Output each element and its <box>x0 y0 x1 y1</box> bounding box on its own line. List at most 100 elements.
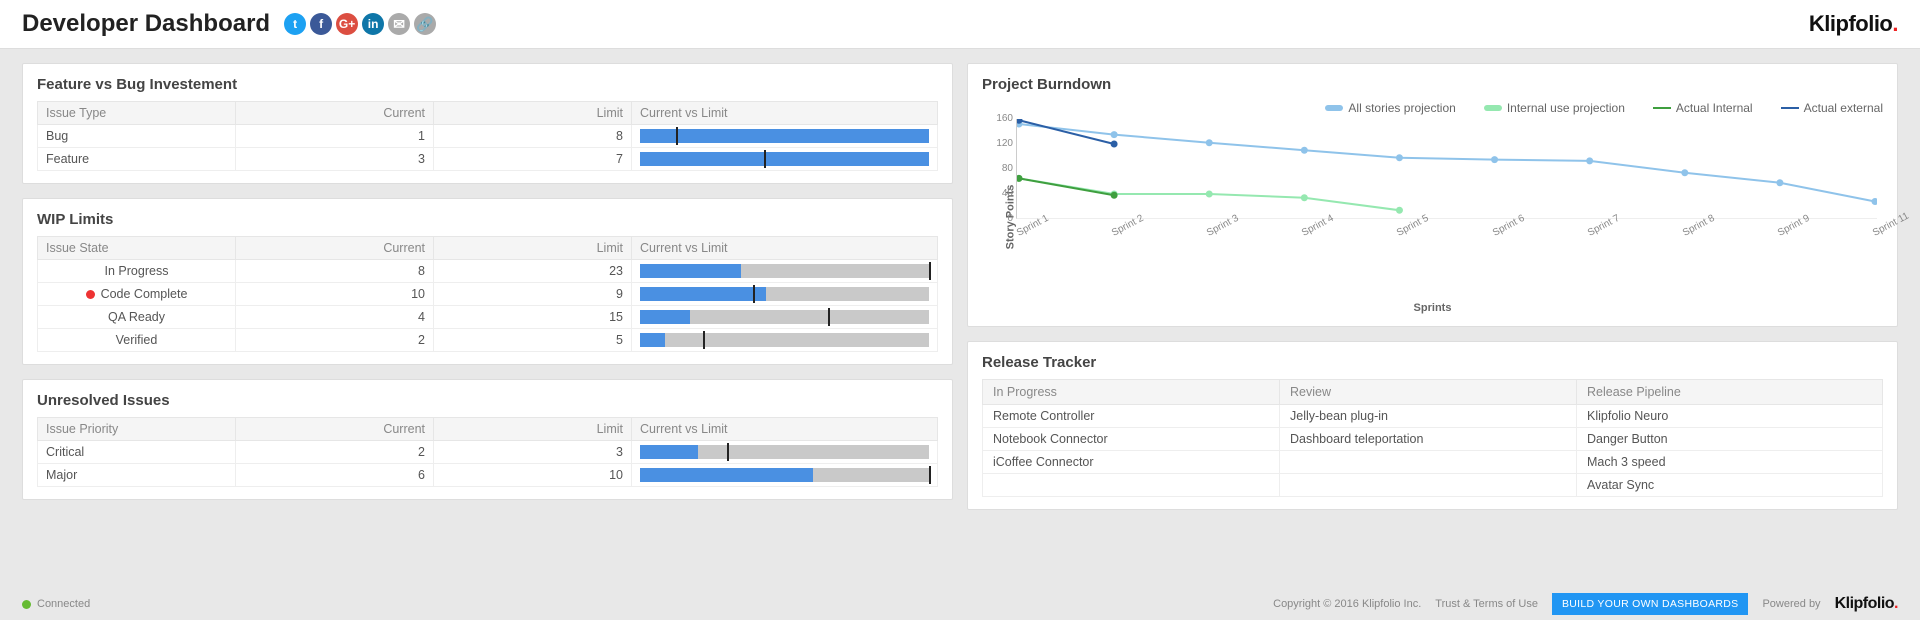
card-title: Unresolved Issues <box>37 392 938 409</box>
table-row: Verified 2 5 <box>38 329 938 352</box>
release-table: In Progress Review Release Pipeline Remo… <box>982 379 1883 497</box>
legend-actext: Actual external <box>1804 101 1883 115</box>
current-value: 6 <box>236 464 434 487</box>
current-value: 1 <box>236 125 434 148</box>
connected-icon <box>22 600 31 609</box>
card-title: Feature vs Bug Investement <box>37 76 938 93</box>
powered-by-label: Powered by <box>1762 598 1820 610</box>
issue-type: Feature <box>38 148 236 171</box>
legend-all: All stories projection <box>1348 101 1455 115</box>
limit-value: 8 <box>434 125 632 148</box>
connected-label: Connected <box>37 598 90 610</box>
bullet-bar <box>640 310 929 324</box>
issue-priority: Critical <box>38 441 236 464</box>
trust-link[interactable]: Trust & Terms of Use <box>1435 598 1538 610</box>
release-item: Dashboard teleportation <box>1280 428 1577 451</box>
unresolved-card: Unresolved Issues Issue Priority Current… <box>22 379 953 500</box>
col-current: Current <box>236 418 434 441</box>
release-item <box>1280 451 1577 474</box>
col-current: Current <box>236 237 434 260</box>
bullet-bar <box>640 468 929 482</box>
unresolved-table: Issue Priority Current Limit Current vs … <box>37 417 938 487</box>
bullet-bar <box>640 152 929 166</box>
table-row: Avatar Sync <box>983 474 1883 497</box>
bullet-bar <box>640 333 929 347</box>
release-item: Danger Button <box>1577 428 1883 451</box>
limit-value: 9 <box>434 283 632 306</box>
footer: Connected Copyright © 2016 Klipfolio Inc… <box>0 588 1920 620</box>
bullet-bar <box>640 287 929 301</box>
col-cvl: Current vs Limit <box>632 237 938 260</box>
twitter-icon[interactable]: t <box>284 13 306 35</box>
current-value: 8 <box>236 260 434 283</box>
googleplus-icon[interactable]: G+ <box>336 13 358 35</box>
brand-logo[interactable]: Klipfolio. <box>1809 11 1898 37</box>
limit-value: 5 <box>434 329 632 352</box>
current-value: 2 <box>236 441 434 464</box>
issue-state: Code Complete <box>38 283 236 306</box>
feature-vs-bug-card: Feature vs Bug Investement Issue Type Cu… <box>22 63 953 184</box>
limit-value: 7 <box>434 148 632 171</box>
col-limit: Limit <box>434 102 632 125</box>
col-issue-type: Issue Type <box>38 102 236 125</box>
release-item: Mach 3 speed <box>1577 451 1883 474</box>
current-value: 3 <box>236 148 434 171</box>
table-row: Code Complete 10 9 <box>38 283 938 306</box>
topbar: Developer Dashboard t f G+ in ✉ 🔗 Klipfo… <box>0 0 1920 49</box>
release-item <box>983 474 1280 497</box>
mail-icon[interactable]: ✉ <box>388 13 410 35</box>
footer-brand-logo[interactable]: Klipfolio. <box>1835 595 1898 613</box>
y-tick: 120 <box>987 138 1013 149</box>
wip-table: Issue State Current Limit Current vs Lim… <box>37 236 938 352</box>
linkedin-icon[interactable]: in <box>362 13 384 35</box>
brand-text: Klipfolio <box>1809 11 1892 36</box>
social-row: t f G+ in ✉ 🔗 <box>284 13 436 35</box>
release-item: Avatar Sync <box>1577 474 1883 497</box>
alert-icon <box>86 290 95 299</box>
col-cvl: Current vs Limit <box>632 102 938 125</box>
link-icon[interactable]: 🔗 <box>414 13 436 35</box>
bullet-bar <box>640 445 929 459</box>
issue-state: In Progress <box>38 260 236 283</box>
table-row: iCoffee Connector Mach 3 speed <box>983 451 1883 474</box>
facebook-icon[interactable]: f <box>310 13 332 35</box>
legend-intproj: Internal use projection <box>1507 101 1625 115</box>
col-cvl: Current vs Limit <box>632 418 938 441</box>
current-value: 2 <box>236 329 434 352</box>
limit-value: 15 <box>434 306 632 329</box>
card-title: Release Tracker <box>982 354 1883 371</box>
table-row: Bug 1 8 <box>38 125 938 148</box>
issue-state: Verified <box>38 329 236 352</box>
release-item: iCoffee Connector <box>983 451 1280 474</box>
wip-limits-card: WIP Limits Issue State Current Limit Cur… <box>22 198 953 365</box>
col-review: Review <box>1280 380 1577 405</box>
current-value: 10 <box>236 283 434 306</box>
release-item: Notebook Connector <box>983 428 1280 451</box>
table-row: In Progress 8 23 <box>38 260 938 283</box>
card-title: WIP Limits <box>37 211 938 228</box>
copyright: Copyright © 2016 Klipfolio Inc. <box>1273 598 1421 610</box>
issue-priority: Major <box>38 464 236 487</box>
release-item: Klipfolio Neuro <box>1577 405 1883 428</box>
current-value: 4 <box>236 306 434 329</box>
col-pipeline: Release Pipeline <box>1577 380 1883 405</box>
x-axis-label: Sprints <box>982 302 1883 314</box>
issue-type: Bug <box>38 125 236 148</box>
col-issue-state: Issue State <box>38 237 236 260</box>
page-title: Developer Dashboard <box>22 10 270 38</box>
burndown-chart: Story Points 04080120160Sprint 1Sprint 2… <box>982 119 1883 314</box>
table-row: Feature 3 7 <box>38 148 938 171</box>
col-limit: Limit <box>434 237 632 260</box>
bullet-bar <box>640 129 929 143</box>
table-row: Notebook Connector Dashboard teleportati… <box>983 428 1883 451</box>
release-item: Remote Controller <box>983 405 1280 428</box>
build-dashboards-button[interactable]: BUILD YOUR OWN DASHBOARDS <box>1552 593 1749 615</box>
y-tick: 160 <box>987 113 1013 124</box>
release-tracker-card: Release Tracker In Progress Review Relea… <box>967 341 1898 510</box>
issue-state: QA Ready <box>38 306 236 329</box>
col-priority: Issue Priority <box>38 418 236 441</box>
chart-legend: All stories projection Internal use proj… <box>982 101 1883 115</box>
card-title: Project Burndown <box>982 76 1883 93</box>
bullet-bar <box>640 264 929 278</box>
feature-vs-bug-table: Issue Type Current Limit Current vs Limi… <box>37 101 938 171</box>
